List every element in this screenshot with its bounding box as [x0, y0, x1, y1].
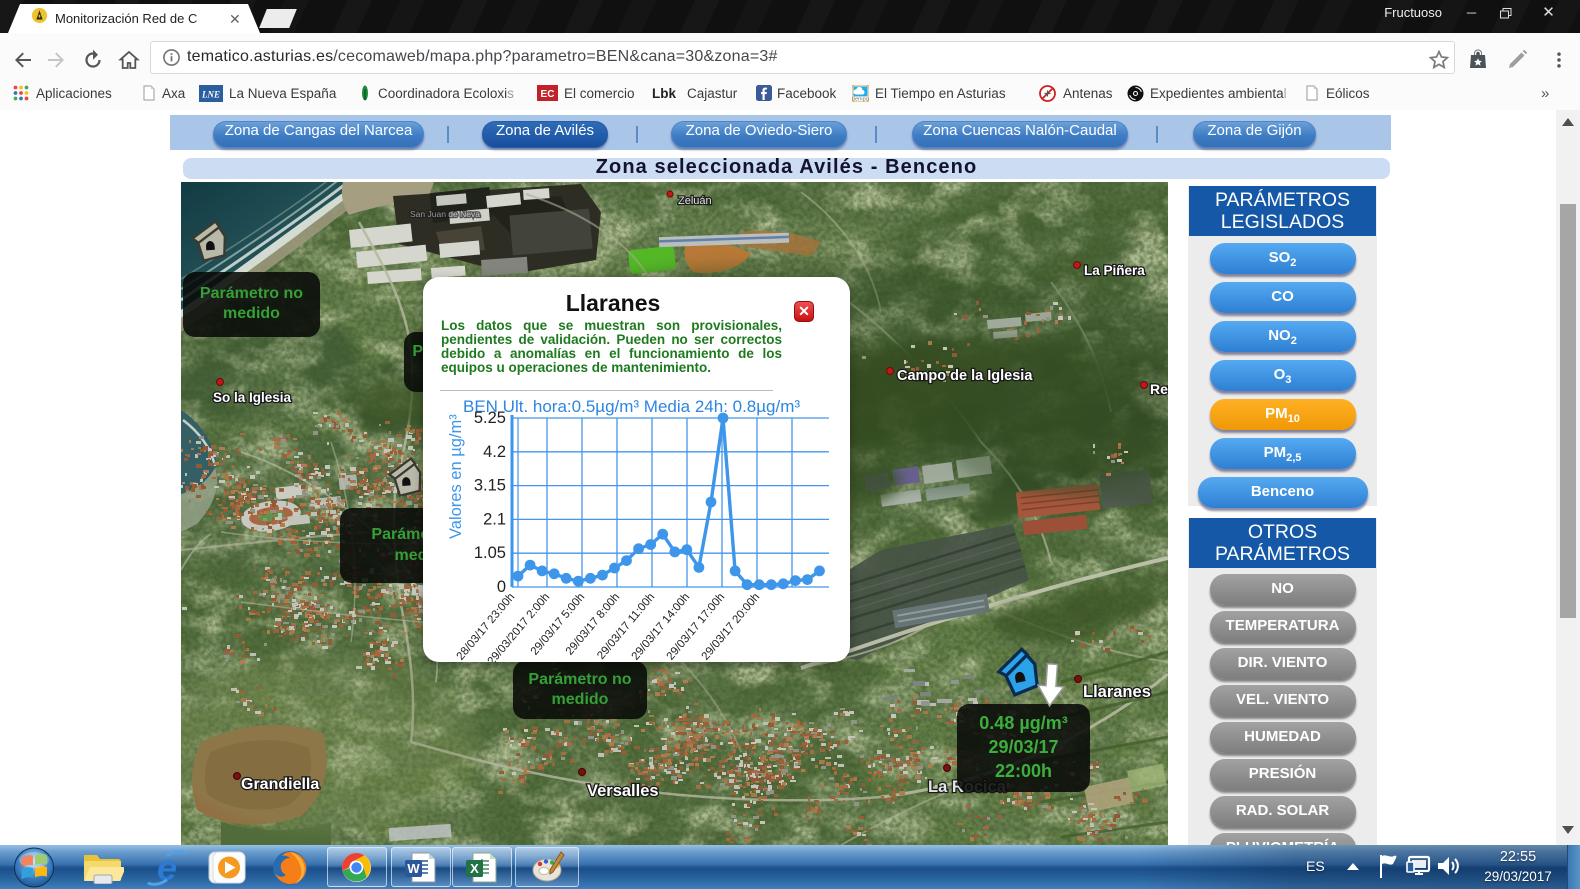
svg-text:Campo de la Iglesia: Campo de la Iglesia — [897, 368, 1033, 384]
svg-text:Zeluán: Zeluán — [678, 195, 712, 207]
svg-text:2.1: 2.1 — [483, 510, 506, 528]
svg-text:5.25: 5.25 — [474, 409, 506, 427]
svg-text:Valores en µg/m³: Valores en µg/m³ — [447, 414, 465, 539]
svg-text:LNE: LNE — [201, 90, 220, 100]
svg-text:EC: EC — [541, 89, 555, 100]
svg-text:Grandiella: Grandiella — [241, 776, 319, 793]
svg-text:Versalles: Versalles — [587, 782, 659, 800]
svg-text:Refi: Refi — [1150, 381, 1168, 397]
svg-text:1.05: 1.05 — [474, 544, 506, 562]
svg-text:Llaranes: Llaranes — [1083, 683, 1151, 701]
svg-text:0: 0 — [497, 578, 506, 596]
svg-text:So la Iglesia: So la Iglesia — [213, 390, 292, 405]
svg-text:3.15: 3.15 — [474, 477, 506, 495]
svg-text:San Juan de Neva: San Juan de Neva — [410, 209, 480, 219]
svg-text:tiempo: tiempo — [852, 97, 869, 102]
svg-text:4.2: 4.2 — [483, 443, 506, 461]
svg-text:La Piñera: La Piñera — [1084, 263, 1145, 278]
